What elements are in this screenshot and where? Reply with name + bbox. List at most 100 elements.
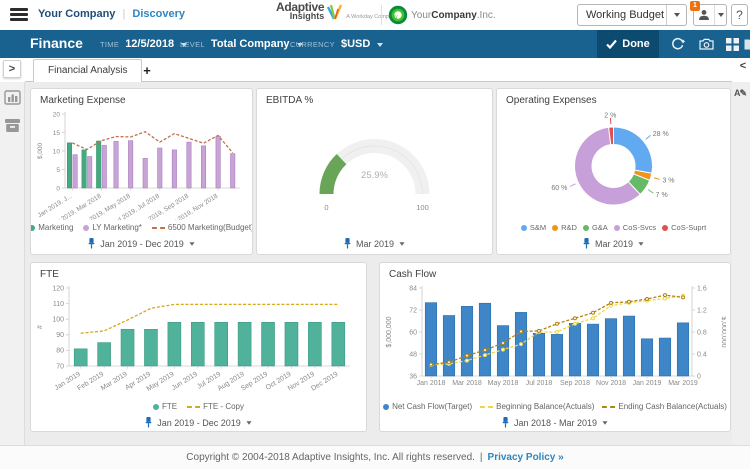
level-selector[interactable]: LEVEL Total Company — [180, 38, 303, 50]
svg-text:15: 15 — [53, 130, 61, 137]
period-selector[interactable]: Mar 2019 — [497, 238, 730, 249]
svg-text:Dec 2019: Dec 2019 — [310, 371, 339, 393]
chart-library-icon[interactable] — [4, 90, 22, 108]
legend-dot-icon — [662, 225, 668, 231]
period-label: Mar 2019 — [595, 239, 633, 249]
legend-dot-icon — [614, 225, 620, 231]
help-button[interactable]: ? — [731, 4, 748, 26]
svg-text:$,000,000: $,000,000 — [386, 316, 393, 347]
left-toolbar — [0, 82, 25, 445]
time-label: TIME — [100, 40, 119, 49]
svg-text:Mar 2019: Mar 2019 — [100, 371, 129, 393]
your-company-link[interactable]: Your Company — [38, 8, 115, 20]
expand-panel-chevron-right-icon[interactable]: > — [3, 60, 21, 78]
svg-text:Jun 2019: Jun 2019 — [171, 371, 199, 392]
pushpin-icon — [502, 417, 509, 428]
marketing-expense-card: Marketing Expense 05101520$,000Jan 2019,… — [30, 88, 253, 255]
svg-text:80: 80 — [56, 348, 64, 355]
svg-text:$,000,000: $,000,000 — [720, 316, 726, 347]
caret-down-icon — [189, 242, 194, 245]
legend-item: CoS-Suprt — [662, 223, 706, 232]
adaptive-v-icon — [326, 3, 343, 21]
text-format-icon[interactable]: A✎ — [734, 88, 746, 99]
finance-bar: Finance TIME 12/5/2018 LEVEL Total Compa… — [0, 30, 750, 58]
caret-down-icon — [377, 43, 383, 47]
version-selector[interactable]: Working Budget — [577, 4, 687, 26]
pushpin-icon — [88, 238, 95, 249]
client-ring-icon — [388, 5, 408, 25]
caret-down-icon — [638, 242, 643, 245]
legend-label: R&D — [561, 223, 577, 232]
legend-item: 6500 Marketing(Budget) — [152, 223, 253, 232]
period-selector[interactable]: Jan 2019 - Dec 2019 — [31, 238, 252, 249]
refresh-icon[interactable] — [666, 30, 690, 58]
version-caret[interactable] — [666, 5, 686, 25]
pushpin-icon — [583, 238, 590, 249]
svg-text:60: 60 — [409, 329, 417, 336]
svg-text:60 %: 60 % — [551, 185, 567, 192]
svg-text:84: 84 — [409, 285, 417, 292]
svg-text:20: 20 — [53, 111, 61, 118]
right-toolbar — [732, 82, 750, 445]
brand-divider: | — [122, 8, 125, 20]
period-label: Mar 2019 — [356, 239, 394, 249]
chart-legend: S&MR&DG&ACoS-SvcsCoS-Suprt — [497, 223, 730, 232]
currency-value: $USD — [341, 38, 370, 50]
svg-text:Nov 2018: Nov 2018 — [596, 380, 626, 387]
checkmark-icon — [606, 39, 617, 49]
period-selector[interactable]: Jan 2019 - Dec 2019 — [31, 417, 366, 428]
legend-dot-icon — [552, 225, 558, 231]
svg-text:0: 0 — [324, 203, 328, 212]
discovery-link[interactable]: Discovery — [132, 8, 185, 20]
version-selector-value: Working Budget — [578, 9, 666, 21]
legend-item: R&D — [552, 223, 577, 232]
currency-selector[interactable]: CURRENCY $USD — [290, 38, 383, 50]
user-menu-caret[interactable] — [714, 5, 726, 25]
time-selector[interactable]: TIME 12/5/2018 — [100, 38, 187, 50]
legend-dot-icon — [383, 404, 389, 410]
client-logo-part1: Your — [411, 10, 431, 21]
svg-text:0: 0 — [56, 185, 60, 192]
legend-item: G&A — [583, 223, 608, 232]
client-logo: YourCompany.Inc. — [388, 5, 496, 25]
svg-text:1.2: 1.2 — [697, 307, 707, 314]
svg-text:48: 48 — [409, 351, 417, 358]
svg-text:28 %: 28 % — [653, 131, 669, 138]
svg-text:100: 100 — [416, 203, 429, 212]
period-selector[interactable]: Mar 2019 — [257, 238, 492, 249]
legend-dot-icon — [30, 225, 35, 231]
collapse-panel-chevron-left-icon[interactable]: < — [735, 60, 750, 76]
chart-title: EBITDA % — [266, 95, 492, 106]
chart-title: Cash Flow — [389, 269, 730, 280]
hamburger-menu-icon[interactable] — [10, 8, 28, 21]
svg-text:2 %: 2 % — [604, 112, 616, 119]
svg-text:Sep 2019: Sep 2019 — [240, 371, 269, 393]
legend-dash-icon — [602, 406, 615, 408]
done-button[interactable]: Done — [597, 30, 659, 58]
legend-item: FTE - Copy — [187, 402, 244, 411]
camera-icon[interactable] — [694, 30, 718, 58]
level-value: Total Company — [211, 38, 290, 50]
archive-box-icon[interactable] — [4, 118, 22, 136]
folder-icon[interactable] — [740, 30, 750, 58]
chart-legend: Net Cash Flow(Target)Beginning Balance(A… — [380, 402, 730, 411]
legend-dash-icon — [152, 227, 165, 229]
caret-down-icon — [718, 13, 724, 17]
svg-text:100: 100 — [52, 317, 64, 324]
user-menu-button[interactable]: 1 — [693, 4, 727, 26]
svg-text:110: 110 — [53, 301, 64, 308]
svg-text:25.9%: 25.9% — [361, 170, 388, 181]
currency-label: CURRENCY — [290, 40, 335, 49]
footer-divider: | — [480, 452, 483, 463]
caret-down-icon — [602, 421, 607, 424]
legend-label: Ending Cash Balance(Actuals) — [618, 402, 727, 411]
tab-financial-analysis[interactable]: Financial Analysis — [33, 59, 142, 82]
privacy-policy-link[interactable]: Privacy Policy » — [488, 452, 564, 463]
pushpin-icon — [145, 417, 152, 428]
svg-text:0.4: 0.4 — [697, 351, 707, 358]
period-selector[interactable]: Jan 2018 - Mar 2019 — [380, 417, 730, 428]
logo-divider — [381, 5, 382, 25]
legend-item: FTE — [153, 402, 177, 411]
chart-title: Operating Expenses — [506, 95, 730, 106]
ebitda-card: EBITDA % 25.9% 0 100 Mar 2019 — [256, 88, 493, 255]
